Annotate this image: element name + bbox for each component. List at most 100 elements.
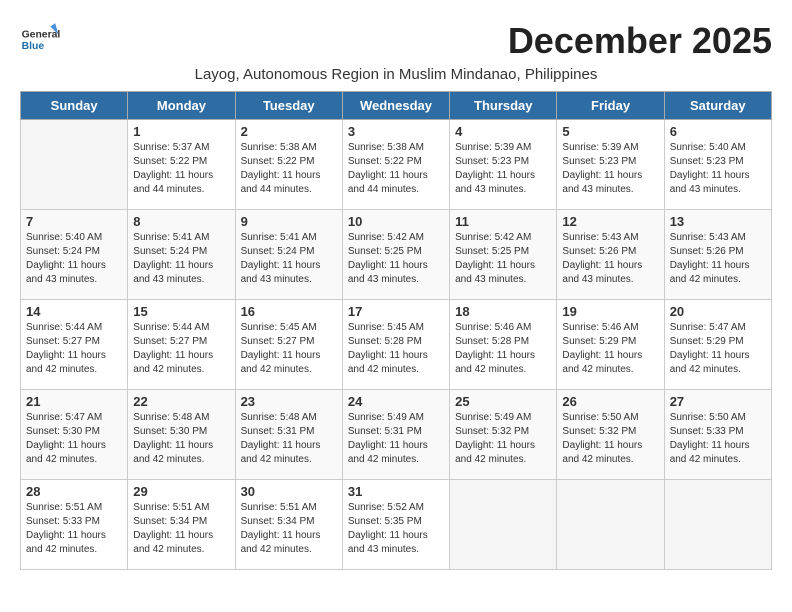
day-of-week-header: Friday: [557, 92, 664, 120]
calendar-cell: 20Sunrise: 5:47 AM Sunset: 5:29 PM Dayli…: [664, 300, 771, 390]
day-of-week-header: Wednesday: [342, 92, 449, 120]
calendar-cell: 21 Sunrise: 5:47 AM Sunset: 5:30 PM Dayli…: [21, 390, 128, 480]
calendar-cell: 7 Sunrise: 5:40 AM Sunset: 5:24 PM Daylig…: [21, 210, 128, 300]
day-info: Sunrise: 5:49 AM Sunset: 5:32 PM Dayligh…: [455, 411, 551, 467]
calendar-header-row: SundayMondayTuesdayWednesdayThursdayFrid…: [21, 92, 772, 120]
svg-text:Blue: Blue: [22, 41, 45, 52]
day-info: Sunrise: 5:40 AM Sunset: 5:24 PM Dayligh…: [26, 231, 122, 287]
calendar-cell: 18 Sunrise: 5:46 AM Sunset: 5:28 PM Dayli…: [450, 300, 557, 390]
day-number: 7: [26, 214, 122, 229]
day-number: 8: [133, 214, 229, 229]
page-header: General Blue December 2025: [20, 20, 772, 62]
calendar-cell: 31 Sunrise: 5:52 AM Sunset: 5:35 PM Dayli…: [342, 480, 449, 570]
day-number: 30: [241, 484, 337, 499]
day-of-week-header: Monday: [128, 92, 235, 120]
day-info: Sunrise: 5:43 AM Sunset: 5:26 PM Dayligh…: [670, 231, 766, 287]
day-info: Sunrise: 5:37 AM Sunset: 5:22 PM Dayligh…: [133, 141, 229, 197]
calendar-cell: 2 Sunrise: 5:38 AM Sunset: 5:22 PM Daylig…: [235, 120, 342, 210]
day-info: Sunrise: 5:48 AM Sunset: 5:30 PM Dayligh…: [133, 411, 229, 467]
day-info: Sunrise: 5:41 AM Sunset: 5:24 PM Dayligh…: [133, 231, 229, 287]
day-number: 27: [670, 394, 766, 409]
day-of-week-header: Tuesday: [235, 92, 342, 120]
calendar-cell: [21, 120, 128, 210]
day-info: Sunrise: 5:38 AM Sunset: 5:22 PM Dayligh…: [348, 141, 444, 197]
calendar-cell: [450, 480, 557, 570]
day-number: 19: [562, 304, 658, 319]
day-number: 13: [670, 214, 766, 229]
day-info: Sunrise: 5:46 AM Sunset: 5:29 PM Dayligh…: [562, 321, 658, 377]
calendar-cell: 29Sunrise: 5:51 AM Sunset: 5:34 PM Dayli…: [128, 480, 235, 570]
calendar-cell: 9 Sunrise: 5:41 AM Sunset: 5:24 PM Daylig…: [235, 210, 342, 300]
day-of-week-header: Saturday: [664, 92, 771, 120]
calendar-cell: 14Sunrise: 5:44 AM Sunset: 5:27 PM Dayli…: [21, 300, 128, 390]
day-info: Sunrise: 5:47 AM Sunset: 5:29 PM Dayligh…: [670, 321, 766, 377]
day-number: 2: [241, 124, 337, 139]
day-number: 1: [133, 124, 229, 139]
day-info: Sunrise: 5:50 AM Sunset: 5:32 PM Dayligh…: [562, 411, 658, 467]
calendar-week-row: 1 Sunrise: 5:37 AM Sunset: 5:22 PM Daylig…: [21, 120, 772, 210]
calendar-cell: 6Sunrise: 5:40 AM Sunset: 5:23 PM Daylig…: [664, 120, 771, 210]
day-number: 18: [455, 304, 551, 319]
day-info: Sunrise: 5:42 AM Sunset: 5:25 PM Dayligh…: [455, 231, 551, 287]
calendar-cell: 10 Sunrise: 5:42 AM Sunset: 5:25 PM Dayli…: [342, 210, 449, 300]
calendar-table: SundayMondayTuesdayWednesdayThursdayFrid…: [20, 91, 772, 570]
day-info: Sunrise: 5:47 AM Sunset: 5:30 PM Dayligh…: [26, 411, 122, 467]
day-of-week-header: Thursday: [450, 92, 557, 120]
calendar-cell: 8 Sunrise: 5:41 AM Sunset: 5:24 PM Daylig…: [128, 210, 235, 300]
day-info: Sunrise: 5:41 AM Sunset: 5:24 PM Dayligh…: [241, 231, 337, 287]
day-number: 16: [241, 304, 337, 319]
calendar-week-row: 7 Sunrise: 5:40 AM Sunset: 5:24 PM Daylig…: [21, 210, 772, 300]
day-info: Sunrise: 5:48 AM Sunset: 5:31 PM Dayligh…: [241, 411, 337, 467]
calendar-cell: 11Sunrise: 5:42 AM Sunset: 5:25 PM Dayli…: [450, 210, 557, 300]
day-number: 17: [348, 304, 444, 319]
calendar-cell: 22 Sunrise: 5:48 AM Sunset: 5:30 PM Dayli…: [128, 390, 235, 480]
calendar-cell: 28Sunrise: 5:51 AM Sunset: 5:33 PM Dayli…: [21, 480, 128, 570]
svg-text:General: General: [22, 30, 60, 41]
day-number: 4: [455, 124, 551, 139]
day-number: 22: [133, 394, 229, 409]
calendar-cell: [557, 480, 664, 570]
day-number: 26: [562, 394, 658, 409]
day-info: Sunrise: 5:39 AM Sunset: 5:23 PM Dayligh…: [562, 141, 658, 197]
logo: General Blue: [20, 20, 64, 60]
day-number: 24: [348, 394, 444, 409]
day-info: Sunrise: 5:38 AM Sunset: 5:22 PM Dayligh…: [241, 141, 337, 197]
day-info: Sunrise: 5:50 AM Sunset: 5:33 PM Dayligh…: [670, 411, 766, 467]
day-number: 25: [455, 394, 551, 409]
month-title: December 2025: [508, 20, 772, 62]
day-number: 5: [562, 124, 658, 139]
day-number: 29: [133, 484, 229, 499]
day-info: Sunrise: 5:49 AM Sunset: 5:31 PM Dayligh…: [348, 411, 444, 467]
calendar-cell: 16 Sunrise: 5:45 AM Sunset: 5:27 PM Dayli…: [235, 300, 342, 390]
day-info: Sunrise: 5:51 AM Sunset: 5:33 PM Dayligh…: [26, 501, 122, 557]
day-info: Sunrise: 5:52 AM Sunset: 5:35 PM Dayligh…: [348, 501, 444, 557]
day-number: 21: [26, 394, 122, 409]
day-info: Sunrise: 5:45 AM Sunset: 5:28 PM Dayligh…: [348, 321, 444, 377]
calendar-cell: 25 Sunrise: 5:49 AM Sunset: 5:32 PM Dayli…: [450, 390, 557, 480]
day-info: Sunrise: 5:46 AM Sunset: 5:28 PM Dayligh…: [455, 321, 551, 377]
calendar-cell: 24 Sunrise: 5:49 AM Sunset: 5:31 PM Dayli…: [342, 390, 449, 480]
calendar-cell: 23 Sunrise: 5:48 AM Sunset: 5:31 PM Dayli…: [235, 390, 342, 480]
calendar-cell: 5 Sunrise: 5:39 AM Sunset: 5:23 PM Daylig…: [557, 120, 664, 210]
day-number: 10: [348, 214, 444, 229]
day-of-week-header: Sunday: [21, 92, 128, 120]
calendar-cell: 1 Sunrise: 5:37 AM Sunset: 5:22 PM Daylig…: [128, 120, 235, 210]
day-number: 6: [670, 124, 766, 139]
day-number: 23: [241, 394, 337, 409]
day-info: Sunrise: 5:39 AM Sunset: 5:23 PM Dayligh…: [455, 141, 551, 197]
calendar-cell: 19 Sunrise: 5:46 AM Sunset: 5:29 PM Dayli…: [557, 300, 664, 390]
calendar-cell: 27 Sunrise: 5:50 AM Sunset: 5:33 PM Dayli…: [664, 390, 771, 480]
day-info: Sunrise: 5:45 AM Sunset: 5:27 PM Dayligh…: [241, 321, 337, 377]
calendar-week-row: 14 Sunrise: 5:44 AM Sunset: 5:27 PM Dayli…: [21, 300, 772, 390]
calendar-cell: 3Sunrise: 5:38 AM Sunset: 5:22 PM Daylig…: [342, 120, 449, 210]
calendar-cell: 26 Sunrise: 5:50 AM Sunset: 5:32 PM Dayli…: [557, 390, 664, 480]
day-info: Sunrise: 5:44 AM Sunset: 5:27 PM Dayligh…: [133, 321, 229, 377]
calendar-cell: 13 Sunrise: 5:43 AM Sunset: 5:26 PM Dayli…: [664, 210, 771, 300]
day-info: Sunrise: 5:42 AM Sunset: 5:25 PM Dayligh…: [348, 231, 444, 287]
day-number: 31: [348, 484, 444, 499]
day-number: 14: [26, 304, 122, 319]
day-info: Sunrise: 5:43 AM Sunset: 5:26 PM Dayligh…: [562, 231, 658, 287]
day-number: 9: [241, 214, 337, 229]
calendar-cell: [664, 480, 771, 570]
calendar-cell: 30Sunrise: 5:51 AM Sunset: 5:34 PM Dayli…: [235, 480, 342, 570]
